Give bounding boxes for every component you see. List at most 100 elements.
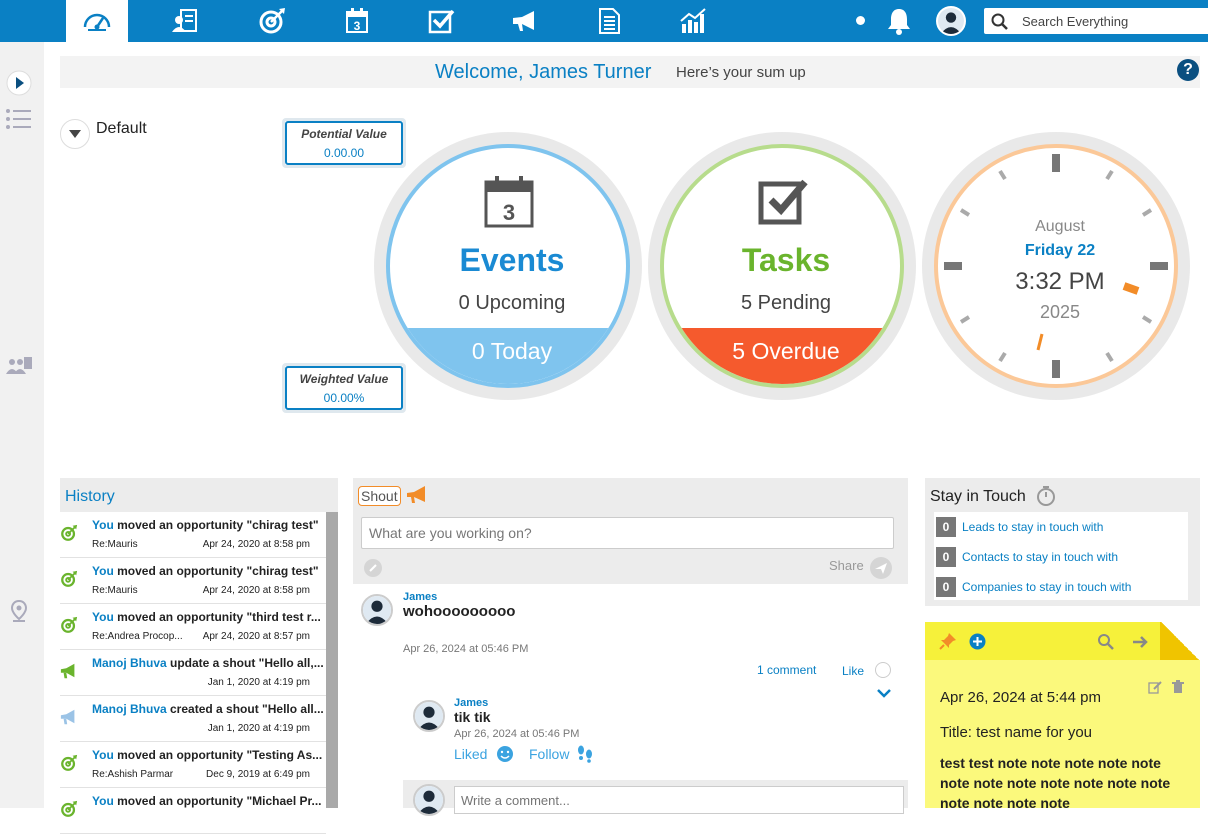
history-actor[interactable]: You <box>92 564 114 578</box>
expand-button[interactable] <box>0 68 38 98</box>
nav-tasks[interactable] <box>410 0 472 42</box>
team-button[interactable] <box>0 350 38 380</box>
weighted-value-box: Weighted Value 00.00% <box>282 363 406 413</box>
caret-down-icon <box>69 130 81 138</box>
megaphone-icon <box>513 11 534 31</box>
stay-label[interactable]: Companies to stay in touch with <box>962 580 1131 594</box>
search-input[interactable] <box>1022 11 1202 31</box>
arrow-right-icon[interactable] <box>1131 633 1149 651</box>
history-header: History <box>60 478 338 512</box>
history-action: moved an opportunity "Michael Pr... <box>113 794 322 808</box>
location-pin-icon <box>10 599 28 622</box>
events-today[interactable]: 0 Today <box>390 328 626 384</box>
reply-follow-button[interactable]: Follow <box>529 746 569 762</box>
history-item[interactable]: Manoj Bhuva update a shout "Hello all,..… <box>60 650 326 696</box>
opportunity-icon <box>60 800 80 820</box>
opportunity-icon <box>60 616 80 636</box>
history-item-text: You moved an opportunity "Testing As... <box>92 748 326 762</box>
filter-dropdown[interactable]: Default <box>60 118 147 150</box>
pin-icon[interactable] <box>939 632 957 650</box>
share-button[interactable]: Share <box>829 558 864 573</box>
events-upcoming: 0 Upcoming <box>458 292 566 314</box>
clock-time: 3:32 PM <box>1015 268 1105 295</box>
smiley-icon <box>497 746 513 762</box>
edit-icon[interactable] <box>1148 680 1162 694</box>
post-author[interactable]: James <box>403 591 437 603</box>
nav-documents[interactable] <box>578 0 640 42</box>
list-icon <box>6 109 31 129</box>
reply-date: Apr 26, 2024 at 05:46 PM <box>454 728 580 740</box>
reply-avatar[interactable] <box>413 700 445 732</box>
reply-liked-button[interactable]: Liked <box>454 746 487 762</box>
trash-icon[interactable] <box>1172 680 1184 694</box>
post-comments-link[interactable]: 1 comment <box>757 663 816 677</box>
dashboard-icon <box>83 13 111 31</box>
history-item[interactable]: Manoj Bhuva created a shout "Hello all..… <box>60 696 326 742</box>
history-panel: History You moved an opportunity "chirag… <box>60 478 338 834</box>
history-actor[interactable]: Manoj Bhuva <box>92 656 167 670</box>
nav-contacts[interactable] <box>154 0 216 42</box>
reply-author[interactable]: James <box>454 697 488 709</box>
history-item-text: You moved an opportunity "Michael Pr... <box>92 794 326 808</box>
stay-item-leads[interactable]: 0 Leads to stay in touch with <box>936 516 1103 538</box>
history-scrollbar[interactable] <box>326 512 338 808</box>
post-like-button[interactable]: Like <box>842 664 864 678</box>
note-title: Title: test name for you <box>940 724 1093 741</box>
stay-label[interactable]: Leads to stay in touch with <box>962 520 1103 534</box>
history-date: Jan 1, 2020 at 4:19 pm <box>207 723 310 734</box>
dropdown-toggle[interactable] <box>60 119 90 149</box>
add-note-icon[interactable] <box>969 633 986 650</box>
search-icon <box>991 13 1008 30</box>
tasks-overdue[interactable]: 5 Overdue <box>664 328 900 384</box>
note-body: test test note note note note note note … <box>940 755 1171 811</box>
bell-icon[interactable] <box>884 6 914 36</box>
post-avatar[interactable] <box>361 594 393 626</box>
history-actor[interactable]: You <box>92 794 114 808</box>
list-view-button[interactable] <box>0 104 38 134</box>
user-avatar[interactable] <box>936 6 966 36</box>
search-icon[interactable] <box>1097 633 1115 651</box>
contacts-icon <box>172 9 197 32</box>
stay-count: 0 <box>936 517 956 537</box>
nav-dashboard[interactable] <box>66 0 128 42</box>
nav-campaigns[interactable] <box>494 0 556 42</box>
history-actor[interactable]: You <box>92 610 114 624</box>
like-circle-icon[interactable] <box>875 662 891 678</box>
history-action: moved an opportunity "chirag test" <box>113 564 319 578</box>
history-actor[interactable]: You <box>92 748 114 762</box>
attach-icon[interactable] <box>363 558 383 578</box>
comment-input[interactable] <box>454 786 904 814</box>
nav-calendar[interactable]: 3 <box>326 0 388 42</box>
history-date: Apr 24, 2020 at 8:58 pm <box>202 585 310 596</box>
history-actor[interactable]: Manoj Bhuva <box>92 702 167 716</box>
history-date: Apr 24, 2020 at 8:57 pm <box>202 631 310 642</box>
clock-month: August <box>1035 218 1085 235</box>
shout-tab[interactable]: Shout <box>358 486 401 506</box>
events-widget[interactable]: 3 Events 0 Upcoming 0 Today <box>374 132 642 400</box>
opportunity-icon <box>60 570 80 590</box>
location-button[interactable] <box>0 596 38 626</box>
clock-day: Friday 22 <box>1024 242 1096 259</box>
history-item[interactable]: You moved an opportunity "Testing As... R… <box>60 742 326 788</box>
help-button[interactable]: ? <box>1177 59 1199 81</box>
send-icon[interactable] <box>869 556 893 580</box>
history-item[interactable]: You moved an opportunity "chirag test" Re… <box>60 512 326 558</box>
history-item[interactable]: You moved an opportunity "third test r..… <box>60 604 326 650</box>
stay-item-contacts[interactable]: 0 Contacts to stay in touch with <box>936 546 1118 568</box>
nav-reports[interactable] <box>662 0 724 42</box>
history-item-text: Manoj Bhuva update a shout "Hello all,..… <box>92 656 326 670</box>
comment-avatar <box>413 784 445 816</box>
search-box <box>984 8 1208 34</box>
potential-value-label: Potential Value <box>301 127 387 141</box>
shout-input[interactable] <box>361 517 894 549</box>
document-icon <box>599 8 620 34</box>
history-item[interactable]: You moved an opportunity "Michael Pr... <box>60 788 326 834</box>
stay-label[interactable]: Contacts to stay in touch with <box>962 550 1118 564</box>
chevron-down-icon[interactable] <box>877 688 891 698</box>
tasks-widget[interactable]: Tasks 5 Pending 5 Overdue <box>648 132 916 400</box>
history-actor[interactable]: You <box>92 518 114 532</box>
stay-item-companies[interactable]: 0 Companies to stay in touch with <box>936 576 1131 598</box>
nav-opportunities[interactable] <box>241 0 303 42</box>
history-item[interactable]: You moved an opportunity "chirag test" Re… <box>60 558 326 604</box>
clock-face <box>944 154 1168 378</box>
